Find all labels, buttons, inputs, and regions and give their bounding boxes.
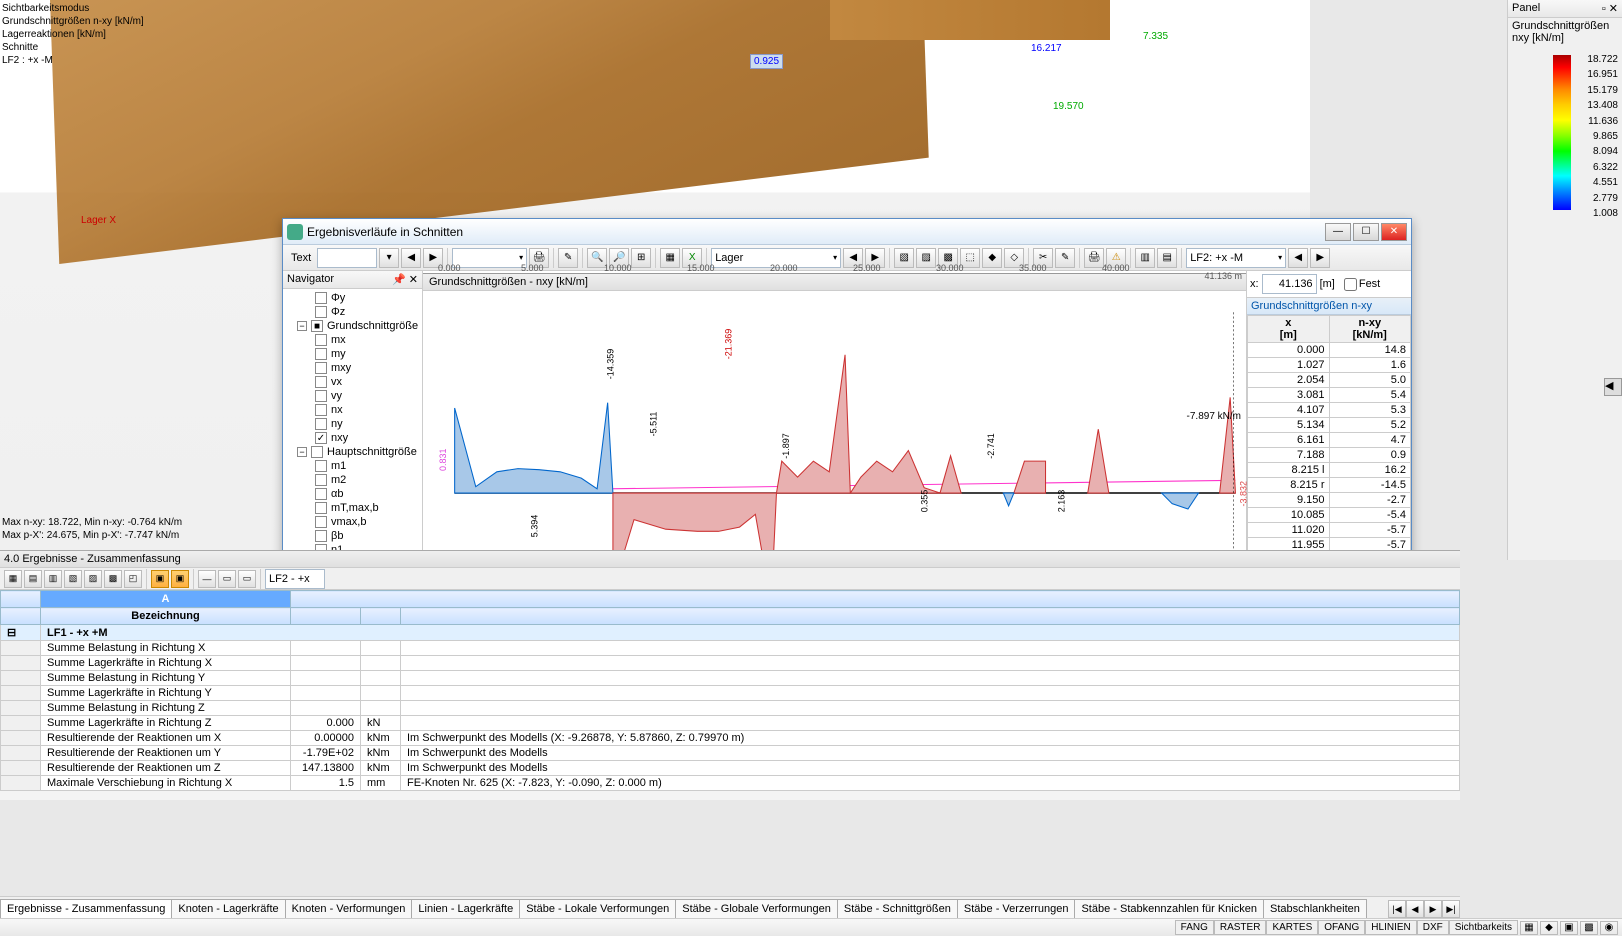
- panel-controls[interactable]: ▫ ✕: [1602, 2, 1618, 15]
- status-toggle[interactable]: FANG: [1175, 920, 1214, 935]
- tab-scroll-last[interactable]: ▶|: [1442, 900, 1460, 918]
- chart-ruler[interactable]: 0.000 5.000 10.000 15.000 20.000 25.000 …: [423, 271, 1246, 274]
- minimize-button[interactable]: —: [1325, 223, 1351, 241]
- tb-btn-active[interactable]: ▣: [171, 570, 189, 588]
- chart-right-label: -3.832: [1239, 481, 1249, 507]
- tb-btn[interactable]: ▨: [84, 570, 102, 588]
- dialog-icon: [287, 224, 303, 240]
- navigator-pin-icon[interactable]: 📌 ✕: [392, 273, 418, 286]
- main-tab-strip: Ergebnisse - Zusammenfassung Knoten - La…: [0, 896, 1460, 918]
- tool-btn-8[interactable]: ✎: [1055, 248, 1075, 268]
- sidebar-expand-button[interactable]: ◀: [1604, 378, 1622, 396]
- status-icon[interactable]: ◆: [1540, 921, 1558, 935]
- main-tab[interactable]: Stäbe - Lokale Verformungen: [519, 899, 676, 918]
- color-legend-bar: [1553, 55, 1571, 210]
- wood-panel-render-2: [830, 0, 1110, 40]
- tool-icon[interactable]: ✎: [558, 248, 578, 268]
- tool-btn-5[interactable]: ◆: [982, 248, 1002, 268]
- main-tab[interactable]: Knoten - Verformungen: [285, 899, 413, 918]
- x-unit: [m]: [1320, 278, 1335, 290]
- main-tab[interactable]: Linien - Lagerkräfte: [411, 899, 520, 918]
- tb-btn[interactable]: ▤: [24, 570, 42, 588]
- lf-combo[interactable]: LF2 - +x: [265, 569, 325, 589]
- results-summary-title: 4.0 Ergebnisse - Zusammenfassung: [0, 551, 1460, 568]
- dialog-titlebar[interactable]: Ergebnisverläufe in Schnitten — ☐ ✕: [283, 219, 1411, 245]
- fit-icon[interactable]: ⊞: [631, 248, 651, 268]
- status-icon[interactable]: ◉: [1600, 921, 1618, 935]
- layout-btn-2[interactable]: ▤: [1157, 248, 1177, 268]
- legend-values: 18.72216.951 15.17913.408 11.6369.865 8.…: [1576, 52, 1618, 221]
- lc-next-button[interactable]: ▶: [1310, 248, 1330, 268]
- text-label: Text: [287, 252, 315, 264]
- tb-btn[interactable]: —: [198, 570, 216, 588]
- app-statusbar: FANG RASTER KARTES OFANG HLINIEN DXF Sic…: [0, 918, 1622, 936]
- minmax-summary: Max n-xy: 18.722, Min n-xy: -0.764 kN/m …: [2, 516, 182, 542]
- chart-title: Grundschnittgrößen - nxy [kN/m]: [423, 274, 1246, 291]
- tb-btn[interactable]: ▦: [4, 570, 22, 588]
- x-label: x:: [1250, 278, 1259, 290]
- chart-left-label: 0.831: [438, 449, 448, 472]
- status-icon[interactable]: ▦: [1520, 921, 1538, 935]
- fest-checkbox[interactable]: [1344, 278, 1357, 291]
- combo-1[interactable]: ▾: [452, 248, 527, 268]
- grid-icon[interactable]: ▦: [660, 248, 680, 268]
- status-toggle[interactable]: RASTER: [1214, 920, 1267, 935]
- data-header: Grundschnittgrößen n-xy: [1247, 298, 1411, 315]
- status-toggle[interactable]: DXF: [1417, 920, 1449, 935]
- tab-scroll-first[interactable]: |◀: [1388, 900, 1406, 918]
- status-toggle[interactable]: OFANG: [1318, 920, 1365, 935]
- tool-btn-2[interactable]: ▨: [916, 248, 936, 268]
- status-toggle[interactable]: HLINIEN: [1365, 920, 1416, 935]
- main-tab[interactable]: Stäbe - Globale Verformungen: [675, 899, 838, 918]
- nav-prev-button[interactable]: ◀: [401, 248, 421, 268]
- results-summary-area: 4.0 Ergebnisse - Zusammenfassung ▦ ▤ ▥ ▧…: [0, 550, 1460, 800]
- dropdown-icon[interactable]: ▾: [379, 248, 399, 268]
- value-label: 7.335: [1140, 30, 1171, 43]
- x-value-input[interactable]: [1262, 274, 1317, 294]
- tb-btn-active[interactable]: ▣: [151, 570, 169, 588]
- panel-title: Panel: [1512, 2, 1540, 15]
- tb-btn[interactable]: ▧: [64, 570, 82, 588]
- value-label: 16.217: [1028, 42, 1065, 55]
- tb-btn[interactable]: ▩: [104, 570, 122, 588]
- tb-btn[interactable]: ◰: [124, 570, 142, 588]
- tab-scroll-next[interactable]: ▶: [1424, 900, 1442, 918]
- status-toggle[interactable]: Sichtbarkeits: [1449, 920, 1518, 935]
- main-tab[interactable]: Stäbe - Stabkennzahlen für Knicken: [1074, 899, 1264, 918]
- lc-prev-button[interactable]: ◀: [1288, 248, 1308, 268]
- dialog-title: Ergebnisverläufe in Schnitten: [287, 225, 1323, 239]
- status-icon[interactable]: ▩: [1580, 921, 1598, 935]
- tool-btn-1[interactable]: ▧: [894, 248, 914, 268]
- results-toolbar: ▦ ▤ ▥ ▧ ▨ ▩ ◰ ▣ ▣ — ▭ ▭ LF2 - +x: [0, 568, 1460, 590]
- main-tab[interactable]: Stäbe - Verzerrungen: [957, 899, 1076, 918]
- navigator-title: Navigator: [287, 273, 334, 286]
- cursor-value-label: -7.897 kN/m: [1187, 411, 1241, 422]
- layout-btn-1[interactable]: ▥: [1135, 248, 1155, 268]
- text-input[interactable]: [317, 248, 377, 268]
- tab-scroll-prev[interactable]: ◀: [1406, 900, 1424, 918]
- main-tab[interactable]: Ergebnisse - Zusammenfassung: [0, 899, 172, 918]
- value-label: 0.925: [750, 54, 783, 69]
- maximize-button[interactable]: ☐: [1353, 223, 1379, 241]
- panel-subtitle: Grundschnittgrößen nxy [kN/m]: [1508, 18, 1622, 46]
- close-button[interactable]: ✕: [1381, 223, 1407, 241]
- main-tab[interactable]: Knoten - Lagerkräfte: [171, 899, 285, 918]
- tb-btn[interactable]: ▭: [238, 570, 256, 588]
- value-label: 19.570: [1050, 100, 1087, 113]
- results-grid[interactable]: A Bezeichnung ⊟LF1 - +x +M Summe Belastu…: [0, 590, 1460, 791]
- tb-btn[interactable]: ▭: [218, 570, 236, 588]
- tb-btn[interactable]: ▥: [44, 570, 62, 588]
- main-tab[interactable]: Stäbe - Schnittgrößen: [837, 899, 958, 918]
- legend-panel: Panel ▫ ✕ Grundschnittgrößen nxy [kN/m] …: [1507, 0, 1622, 560]
- viewport-overlay-text: Sichtbarkeitsmodus Grundschnittgrößen n-…: [2, 2, 144, 67]
- status-icon[interactable]: ▣: [1560, 921, 1578, 935]
- value-label: Lager X: [78, 214, 119, 227]
- status-toggle[interactable]: KARTES: [1266, 920, 1318, 935]
- loadcase-combo[interactable]: LF2: +x -M▾: [1186, 248, 1286, 268]
- main-tab[interactable]: Stabschlankheiten: [1263, 899, 1367, 918]
